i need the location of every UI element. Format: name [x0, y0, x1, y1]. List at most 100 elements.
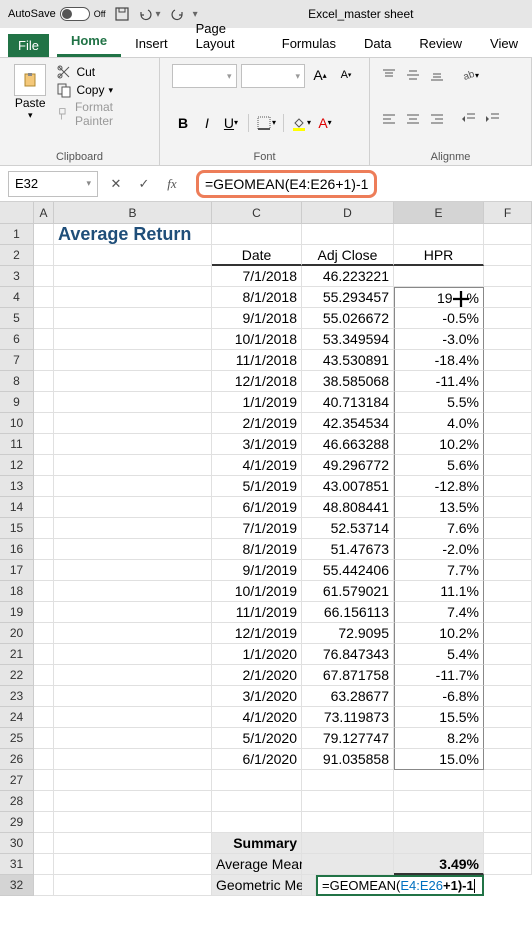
cell-F[interactable]	[484, 581, 532, 602]
cell-date[interactable]: 4/1/2019	[212, 455, 302, 476]
cell-B[interactable]	[54, 623, 212, 644]
cell-B[interactable]	[54, 329, 212, 350]
cell-B[interactable]	[54, 539, 212, 560]
cell-A[interactable]	[34, 539, 54, 560]
align-left-icon[interactable]	[378, 108, 400, 130]
tab-view[interactable]: View	[476, 30, 532, 57]
cell-hpr[interactable]: 10.2%	[394, 434, 484, 455]
cell-A[interactable]	[34, 707, 54, 728]
cell-D[interactable]	[302, 812, 394, 833]
align-top-icon[interactable]	[378, 64, 400, 86]
cell-B[interactable]	[54, 791, 212, 812]
cell-E[interactable]	[394, 812, 484, 833]
cell-F[interactable]	[484, 749, 532, 770]
row-header-18[interactable]: 18	[0, 581, 34, 602]
align-center-icon[interactable]	[402, 108, 424, 130]
font-family-selector[interactable]: ▾	[172, 64, 237, 88]
row-header-3[interactable]: 3	[0, 266, 34, 287]
cell-F[interactable]	[484, 371, 532, 392]
cell-B[interactable]	[54, 854, 212, 875]
cell-close[interactable]: 52.53714	[302, 518, 394, 539]
cell-A[interactable]	[34, 875, 54, 896]
cell-E[interactable]	[394, 791, 484, 812]
cell-B[interactable]	[54, 518, 212, 539]
tab-home[interactable]: Home	[57, 27, 121, 57]
row-header-20[interactable]: 20	[0, 623, 34, 644]
cell-hpr[interactable]: 4.0%	[394, 413, 484, 434]
cell-A[interactable]	[34, 476, 54, 497]
decrease-font-icon[interactable]: A▾	[335, 64, 357, 86]
tab-review[interactable]: Review	[405, 30, 476, 57]
row-header-17[interactable]: 17	[0, 560, 34, 581]
cell-hpr[interactable]: 15.5%	[394, 707, 484, 728]
cell-close[interactable]: 66.156113	[302, 602, 394, 623]
cell-F[interactable]	[484, 854, 532, 875]
cell-date[interactable]: 4/1/2020	[212, 707, 302, 728]
cell-hpr[interactable]: -2.0%	[394, 539, 484, 560]
cell-close[interactable]: 73.119873	[302, 707, 394, 728]
cell-B[interactable]	[54, 728, 212, 749]
cell-date[interactable]: 6/1/2019	[212, 497, 302, 518]
cell-D[interactable]	[302, 791, 394, 812]
cell-A[interactable]	[34, 455, 54, 476]
select-all-corner[interactable]	[0, 202, 34, 224]
cell-hpr[interactable]: 15.0%	[394, 749, 484, 770]
cell-hpr[interactable]: 5.6%	[394, 455, 484, 476]
cell-A[interactable]	[34, 224, 54, 245]
cell-F[interactable]	[484, 686, 532, 707]
cell-F[interactable]	[484, 707, 532, 728]
cell-date[interactable]: 5/1/2019	[212, 476, 302, 497]
cell-date[interactable]: 1/1/2020	[212, 644, 302, 665]
font-size-selector[interactable]: ▾	[241, 64, 306, 88]
cell-C[interactable]	[212, 770, 302, 791]
cell-A[interactable]	[34, 812, 54, 833]
undo-icon[interactable]	[138, 6, 154, 22]
cell-date[interactable]: 11/1/2018	[212, 350, 302, 371]
summary-title[interactable]: Summary	[212, 833, 302, 854]
cell-date[interactable]: 1/1/2019	[212, 392, 302, 413]
cell-A[interactable]	[34, 392, 54, 413]
cell-A[interactable]	[34, 791, 54, 812]
row-header-10[interactable]: 10	[0, 413, 34, 434]
font-color-button[interactable]: A▾	[314, 112, 336, 134]
cell-A[interactable]	[34, 434, 54, 455]
tab-insert[interactable]: Insert	[121, 30, 182, 57]
row-header-25[interactable]: 25	[0, 728, 34, 749]
cell-close[interactable]: 38.585068	[302, 371, 394, 392]
cell-close[interactable]: 46.223221	[302, 266, 394, 287]
cell-hpr[interactable]: 8.2%	[394, 728, 484, 749]
row-header-15[interactable]: 15	[0, 518, 34, 539]
col-header-D[interactable]: D	[302, 202, 394, 224]
cell-A[interactable]	[34, 833, 54, 854]
row-header-1[interactable]: 1	[0, 224, 34, 245]
cell-F[interactable]	[484, 791, 532, 812]
cell-close[interactable]: 48.808441	[302, 497, 394, 518]
row-header-26[interactable]: 26	[0, 749, 34, 770]
cell-date[interactable]: 12/1/2019	[212, 623, 302, 644]
cell-date[interactable]: 3/1/2019	[212, 434, 302, 455]
cell-F[interactable]	[484, 644, 532, 665]
cell-close[interactable]: 53.349594	[302, 329, 394, 350]
cell-hpr[interactable]: -3.0%	[394, 329, 484, 350]
cell-F[interactable]	[484, 539, 532, 560]
bold-button[interactable]: B	[172, 112, 194, 134]
cell-close[interactable]: 63.28677	[302, 686, 394, 707]
name-box[interactable]: E32 ▾	[8, 171, 98, 197]
align-middle-icon[interactable]	[402, 64, 424, 86]
col-header-C[interactable]: C	[212, 202, 302, 224]
cell-B[interactable]	[54, 707, 212, 728]
cell-hpr[interactable]: 7.4%	[394, 602, 484, 623]
cell-date[interactable]: 5/1/2020	[212, 728, 302, 749]
align-bottom-icon[interactable]	[426, 64, 448, 86]
cell-F[interactable]	[484, 602, 532, 623]
cell-E[interactable]	[394, 833, 484, 854]
cell-F[interactable]	[484, 434, 532, 455]
cell-B[interactable]	[54, 287, 212, 308]
row-header-28[interactable]: 28	[0, 791, 34, 812]
cell-B[interactable]	[54, 476, 212, 497]
cancel-formula-icon[interactable]: ✕	[106, 174, 126, 194]
cell-hpr[interactable]: 7.7%	[394, 560, 484, 581]
fx-icon[interactable]: fx	[162, 174, 182, 194]
cell-B[interactable]	[54, 392, 212, 413]
cell-A[interactable]	[34, 518, 54, 539]
